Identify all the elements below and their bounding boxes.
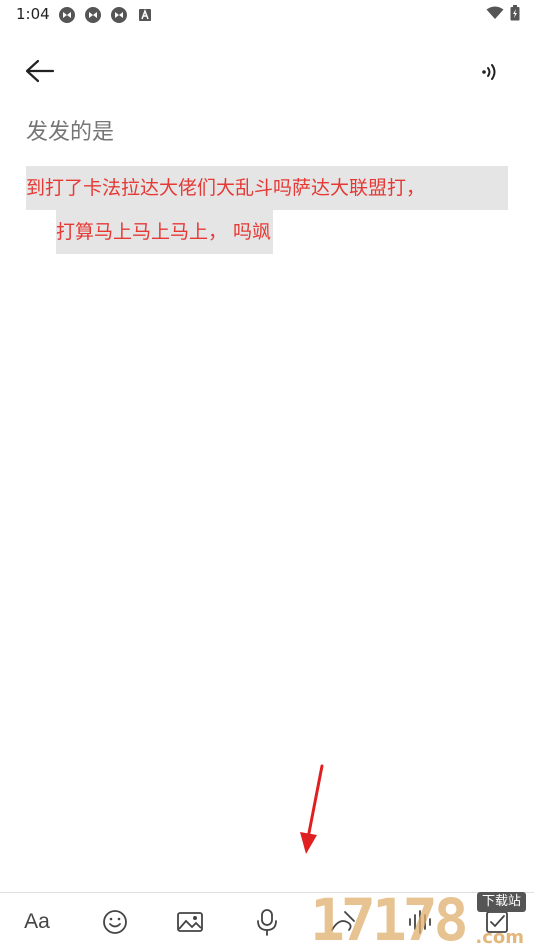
read-aloud-button[interactable]	[478, 60, 502, 84]
watermark-digits: 17178	[310, 886, 469, 950]
watermark-domain: .com	[475, 927, 524, 948]
text-format-label: Aa	[24, 910, 50, 933]
note-body-line[interactable]: 打算马上马上马上， 吗飒	[56, 210, 274, 254]
a-badge-icon	[139, 8, 151, 21]
app-notification-icon	[85, 7, 101, 23]
wifi-icon	[486, 6, 504, 19]
notification-icons	[58, 6, 154, 24]
watermark-badge: 下载站	[476, 892, 526, 912]
image-button[interactable]	[175, 907, 205, 937]
note-title[interactable]: 发发的是	[26, 114, 114, 146]
back-button[interactable]	[22, 56, 58, 86]
status-bar: 1:04	[0, 0, 534, 30]
site-watermark: 17178 下载站 .com	[310, 890, 534, 950]
app-notification-icon	[59, 7, 75, 23]
microphone-icon	[257, 909, 277, 936]
note-body[interactable]: 到打了卡法拉达大佬们大乱斗吗萨达大联盟打， 打算马上马上马上， 吗飒	[26, 166, 508, 254]
annotation-arrow	[300, 764, 324, 854]
note-body-line[interactable]: 到打了卡法拉达大佬们大乱斗吗萨达大联盟打，	[26, 166, 508, 210]
emoji-icon	[103, 910, 127, 934]
voice-input-button[interactable]	[252, 907, 282, 937]
system-status-icons	[486, 5, 520, 21]
image-icon	[177, 912, 203, 932]
emoji-button[interactable]	[100, 907, 130, 937]
battery-icon	[510, 5, 520, 21]
app-notification-icon	[111, 7, 127, 23]
status-time: 1:04	[16, 5, 50, 23]
read-aloud-icon	[482, 64, 496, 80]
text-format-button[interactable]: Aa	[22, 907, 52, 937]
note-editor-screen: 1:04 发发的是 到打了卡法拉达大佬们大乱斗吗萨达大联盟打， 打算马上马上马上…	[0, 0, 534, 950]
back-arrow-icon	[25, 59, 55, 83]
